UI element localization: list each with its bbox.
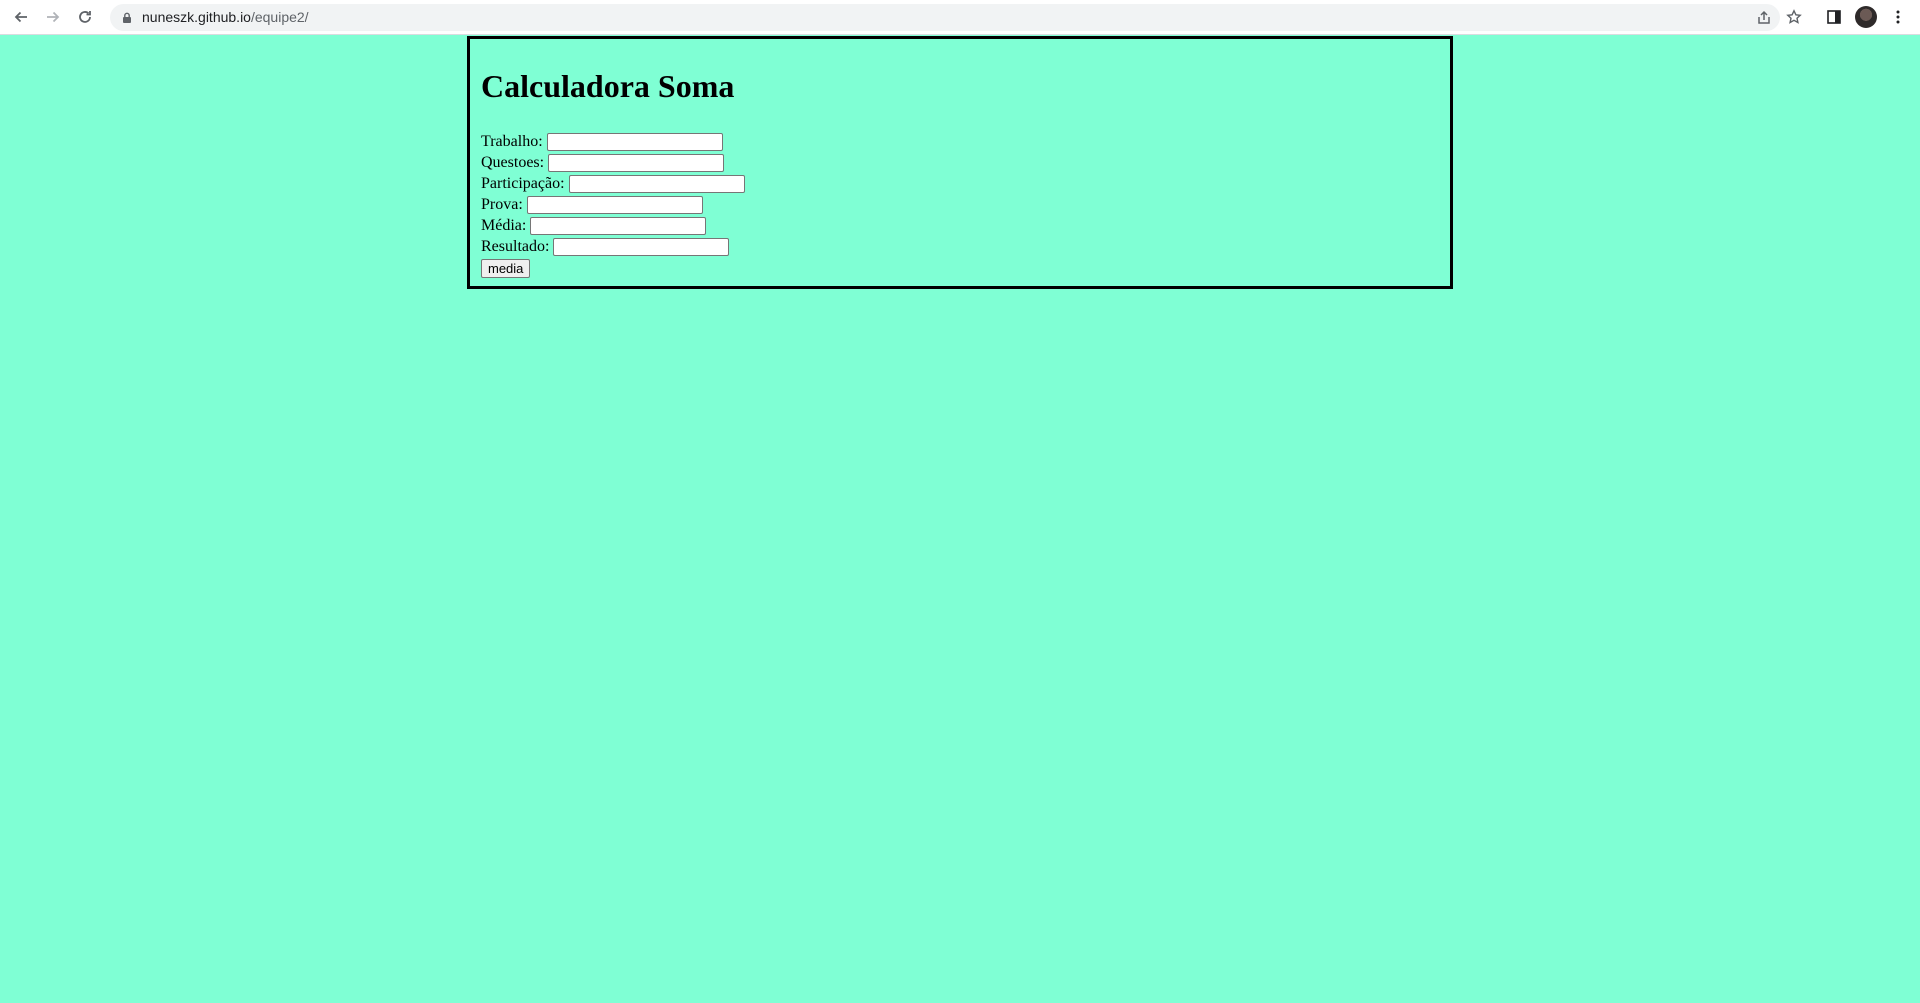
field-row-participacao: Participação: bbox=[481, 173, 745, 194]
questoes-input[interactable] bbox=[548, 153, 725, 172]
more-vert-icon bbox=[1896, 10, 1900, 24]
field-row-questoes: Questoes: bbox=[481, 152, 745, 173]
trabalho-label: Trabalho: bbox=[481, 133, 543, 150]
participacao-input[interactable] bbox=[568, 174, 745, 193]
field-row-resultado: Resultado: bbox=[481, 236, 745, 257]
star-icon bbox=[1786, 9, 1802, 24]
reload-button[interactable] bbox=[72, 4, 98, 30]
field-row-trabalho: Trabalho: bbox=[481, 131, 745, 152]
url-path: /equipe2/ bbox=[250, 9, 309, 25]
arrow-left-icon bbox=[14, 11, 27, 23]
trabalho-input[interactable] bbox=[546, 132, 723, 151]
share-button[interactable] bbox=[1754, 8, 1774, 28]
reload-icon bbox=[79, 11, 91, 23]
media-label: Média: bbox=[481, 217, 527, 234]
questoes-label: Questoes: bbox=[481, 154, 545, 171]
resultado-input[interactable] bbox=[553, 237, 730, 256]
participacao-label: Participação: bbox=[481, 175, 565, 192]
share-icon bbox=[1758, 10, 1770, 24]
browser-toolbar: nuneszk.github.io/equipe2/ bbox=[0, 0, 1920, 35]
arrow-right-icon bbox=[47, 11, 60, 23]
url-text: nuneszk.github.io/equipe2/ bbox=[142, 9, 309, 25]
lock-icon bbox=[123, 12, 131, 23]
resultado-label: Resultado: bbox=[481, 238, 550, 255]
address-bar[interactable]: nuneszk.github.io/equipe2/ bbox=[110, 4, 1780, 31]
grade-form: Trabalho: Questoes: Participação: Prova:… bbox=[481, 131, 745, 279]
prova-input[interactable] bbox=[526, 195, 703, 214]
profile-avatar[interactable] bbox=[1855, 6, 1877, 28]
forward-button[interactable] bbox=[40, 4, 66, 30]
prova-label: Prova: bbox=[481, 196, 523, 213]
back-button[interactable] bbox=[8, 4, 34, 30]
side-panel-icon bbox=[1827, 10, 1841, 24]
menu-button[interactable] bbox=[1887, 6, 1909, 28]
field-row-media: Média: bbox=[481, 215, 745, 236]
url-host: nuneszk.github.io bbox=[142, 9, 251, 25]
media-button[interactable]: media bbox=[481, 259, 531, 278]
media-input[interactable] bbox=[530, 216, 707, 235]
side-panel-button[interactable] bbox=[1823, 6, 1845, 28]
page-title: Calculadora Soma bbox=[481, 68, 735, 104]
field-row-prova: Prova: bbox=[481, 194, 745, 215]
calculator-panel: Calculadora Soma Trabalho: Questoes: Par… bbox=[467, 36, 1453, 289]
bookmark-button[interactable] bbox=[1783, 6, 1805, 28]
